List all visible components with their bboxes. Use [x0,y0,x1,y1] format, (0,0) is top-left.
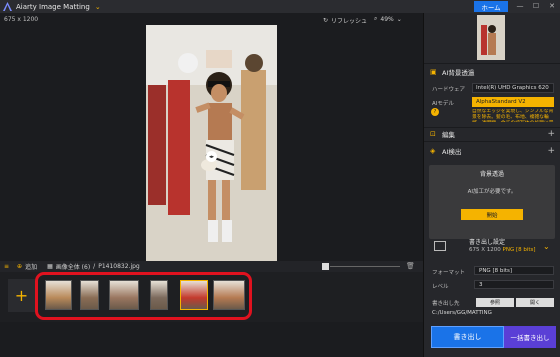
format-label: フォーマット [432,270,466,276]
edit-icon: ⊡ [430,129,436,138]
thumbnail-strip: + [0,272,423,322]
popup-title: 背景透過 [479,171,504,178]
start-button[interactable]: 開始 [461,209,523,220]
ai-model-label: AIモデル [432,101,454,107]
batch-export-button[interactable]: 一括書き出し [504,326,556,348]
refresh-button[interactable]: ↻ リフレッシュ [323,16,367,25]
destination-label: 書き出し先 [432,301,460,307]
preview-thumbnail [477,15,505,60]
add-label: 追加 [25,264,38,271]
photo-scene [146,25,277,261]
hardware-value: Intel(R) UHD Graphics 620 [476,85,549,91]
export-spec: 675 X 1200 PNG [8 bits] [469,247,536,253]
close-button[interactable]: ✕ [545,1,559,12]
export-format: PNG [502,247,515,253]
ai-model-value: AlphaStandard V2 [476,99,526,105]
export-settings-title: 書き出し設定 [469,239,506,246]
ai-detect-icon: ◈ [430,146,436,155]
minimize-button[interactable]: — [513,1,527,12]
popup-message: AI加工が必要です。 [467,189,517,195]
model-description: 自然なエッジを実現し、シンプルな背景を除去。髪の毛、布地、複雑な輪郭、透明物、全… [472,109,554,122]
ai-bg-icon: ▣ [430,67,437,76]
help-icon[interactable]: ? [431,108,439,116]
hardware-select[interactable]: Intel(R) UHD Graphics 620 [472,83,554,93]
thumbnail-item[interactable] [45,280,72,310]
level-select[interactable]: 3 [474,280,554,289]
main-image[interactable] [146,25,277,261]
ai-bg-removal-header: ▣ AI背景透過 [424,65,560,78]
canvas-area: 675 x 1200 ↻ リフレッシュ ⌕ 49% ⌄ ◂▸ [0,13,423,261]
ai-detect-title: AI検出 [442,147,462,156]
trash-icon[interactable]: 🗑 [406,262,415,270]
export-size: 675 X 1200 [469,247,501,253]
all-images-link[interactable]: 画像全体 (6) [56,262,90,271]
level-label: レベル [432,284,449,290]
collapse-icon[interactable]: ≡ [4,263,9,270]
app-menu-chevron-icon[interactable]: ⌄ [95,3,101,11]
zoom-icon: ⌕ [374,15,378,22]
home-button[interactable]: ホーム [474,1,508,12]
compare-slider-handle[interactable]: ◂▸ [206,151,217,162]
zoom-control[interactable]: ⌕ 49% ⌄ [374,15,402,23]
thumbnail-size-slider[interactable] [330,266,400,267]
add-circle-icon: ⊕ [17,263,23,270]
breadcrumb-separator: / [93,263,96,270]
bottom-toolbar: ≡ ⊕ 追加 ▦ 画像全体 (6) / P1410832.jpg 🗑 [0,261,423,272]
export-settings-icon [434,241,446,251]
bg-removal-popup: 背景透過 AI加工が必要です。 開始 [429,165,555,239]
open-folder-button[interactable]: 開く [516,298,554,307]
add-images-button[interactable]: ⊕ 追加 [17,262,37,271]
zoom-value: 49% [380,15,394,23]
export-button[interactable]: 書き出し [431,326,504,348]
ai-detect-header[interactable]: ◈ AI検出 + [424,144,560,157]
thumbnail-item[interactable] [180,280,208,310]
image-grid-icon: ▦ [47,263,53,270]
thumbnail-item[interactable] [109,280,139,310]
ai-model-select[interactable]: AlphaStandard V2 [472,97,554,107]
edit-add-icon[interactable]: + [547,129,555,139]
right-panel: ▣ AI背景透過 ハードウェア Intel(R) UHD Graphics 62… [423,13,560,357]
level-value: 3 [479,281,483,288]
ai-detect-add-icon[interactable]: + [547,146,555,156]
app-logo-icon [3,2,12,11]
edit-header[interactable]: ⊡ 編集 + [424,127,560,140]
refresh-icon: ↻ [323,17,329,24]
status-area [0,322,423,357]
export-expand-chevron-icon[interactable]: ⌄ [543,242,550,251]
add-image-plus-button[interactable]: + [8,279,35,312]
image-dimensions: 675 x 1200 [4,16,39,23]
thumbnail-item[interactable] [80,280,99,310]
maximize-button[interactable]: ☐ [529,1,543,12]
format-select[interactable]: PNG [8 bits] [474,266,554,275]
thumbnail-item[interactable] [150,280,168,310]
output-path: C:/Users/GG/MATTING [432,310,492,316]
thumbnail-item[interactable] [213,280,245,310]
browse-button[interactable]: 参照 [476,298,514,307]
app-title: Aiarty Image Matting [16,2,90,11]
zoom-chevron-icon: ⌄ [396,15,402,23]
refresh-label: リフレッシュ [331,18,368,25]
format-value: PNG [8 bits] [479,267,513,274]
current-filename: P1410832.jpg [98,263,140,270]
thumbnail-size-icon [322,263,329,270]
title-bar: Aiarty Image Matting ⌄ ホーム — ☐ ✕ [0,0,560,13]
export-bits: [8 bits] [515,247,536,253]
breadcrumb: ▦ 画像全体 (6) / P1410832.jpg [47,262,140,271]
edit-title: 編集 [442,130,455,139]
ai-bg-title: AI背景透過 [442,68,475,77]
hardware-label: ハードウェア [432,87,466,93]
